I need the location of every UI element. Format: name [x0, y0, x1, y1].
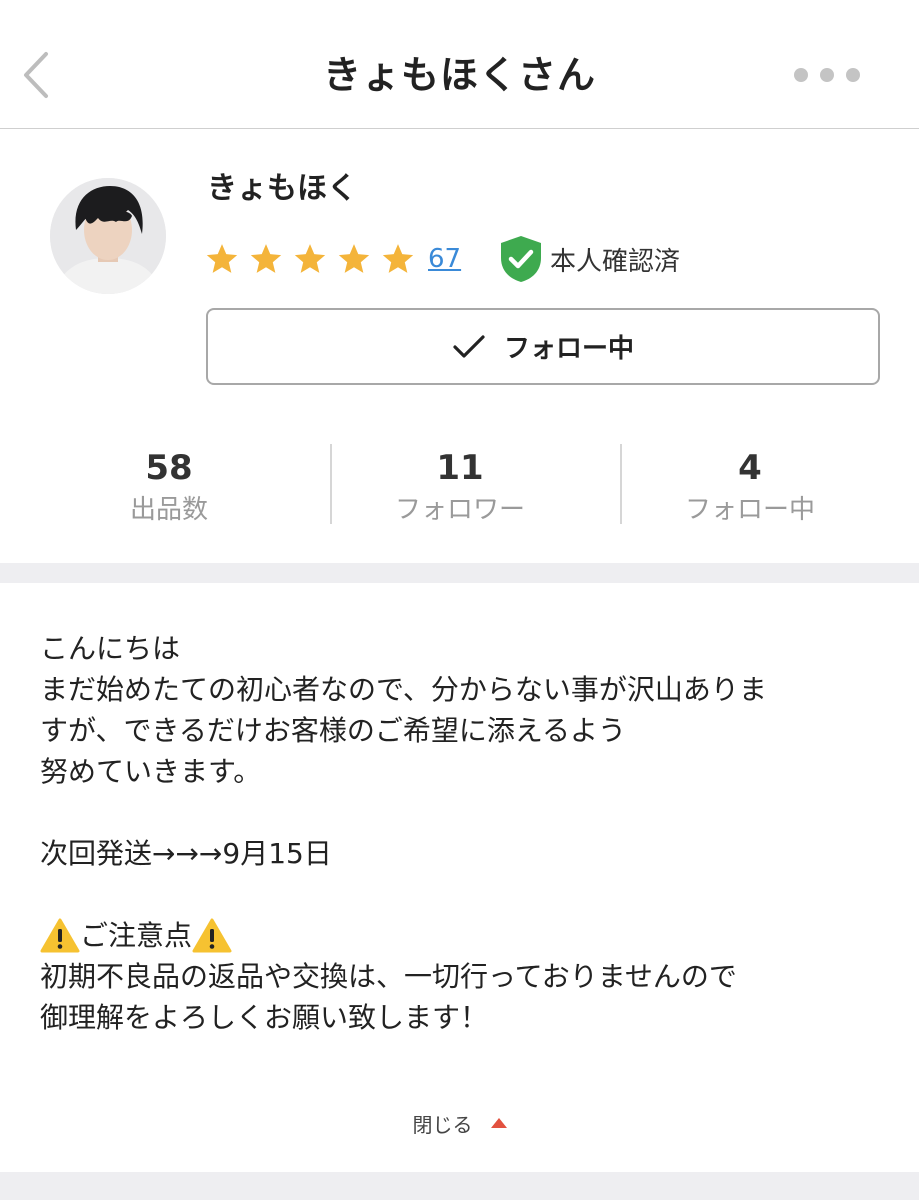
verified-label: 本人確認済 [550, 246, 681, 277]
bio-intro-line: まだ始めたての初心者なので、分からない事が沢山ありま [40, 673, 767, 706]
profile-stats: 58 出品数 11 フォロワー 4 フォロー中 [24, 440, 895, 530]
star-icon [250, 244, 282, 273]
profile-name: きょもほく [207, 171, 357, 206]
warning-icon [192, 918, 232, 952]
star-icon [338, 244, 370, 273]
following-button-label: フォロー中 [503, 334, 634, 364]
avatar[interactable] [50, 178, 166, 294]
bio-greeting: こんにちは [40, 632, 181, 665]
bio-spacer [40, 874, 900, 915]
stat-value: 58 [145, 448, 193, 488]
bio-notice-line: 御理解をよろしくお願い致します！ [40, 1001, 489, 1034]
close-label: 閉じる [412, 1112, 473, 1137]
stat-following[interactable]: 4 フォロー中 [605, 440, 895, 530]
notice-title-text: ご注意点 [80, 919, 193, 952]
star-rating [205, 240, 425, 278]
caret-up-icon [490, 1118, 507, 1128]
section-divider [0, 1172, 919, 1200]
bio-notice-line: 初期不良品の返品や交換は、一切行っておりませんので [40, 960, 737, 993]
review-count-link[interactable]: 67 [428, 240, 461, 278]
stat-label: フォロー中 [684, 495, 815, 525]
check-icon [453, 334, 485, 358]
bio-shipping: 次回発送→→→9月15日 [40, 837, 332, 870]
shield-check-icon [501, 236, 541, 282]
stat-listings[interactable]: 58 出品数 [24, 440, 314, 530]
stat-followers[interactable]: 11 フォロワー [315, 440, 605, 530]
stat-label: 出品数 [129, 495, 208, 525]
user-photo-icon [50, 178, 166, 294]
bio-intro-line: 努めていきます。 [40, 755, 262, 788]
star-icon [206, 244, 238, 273]
stat-value: 4 [738, 448, 762, 488]
bio-intro-line: すが、できるだけお客様のご希望に添えるよう [40, 714, 627, 747]
section-divider [0, 563, 919, 583]
stat-label: フォロワー [394, 495, 525, 525]
profile-bio: こんにちは まだ始めたての初心者なので、分からない事が沢山ありま すが、できるだ… [40, 628, 900, 1038]
star-icon [382, 244, 414, 273]
more-dots-icon [794, 68, 860, 82]
verified-badge: 本人確認済 [498, 234, 680, 284]
stat-value: 11 [436, 448, 484, 488]
bio-spacer [40, 792, 900, 833]
page-title: きょもほくさん [322, 53, 596, 97]
star-icon [294, 244, 326, 273]
app-header: きょもほくさん [0, 0, 919, 129]
more-options-button[interactable] [790, 64, 864, 86]
warning-icon [40, 918, 80, 952]
following-button[interactable]: フォロー中 [206, 308, 880, 385]
collapse-bio-button[interactable]: 閉じる [0, 1108, 919, 1138]
bio-notice-title: ご注意点 [40, 915, 900, 956]
